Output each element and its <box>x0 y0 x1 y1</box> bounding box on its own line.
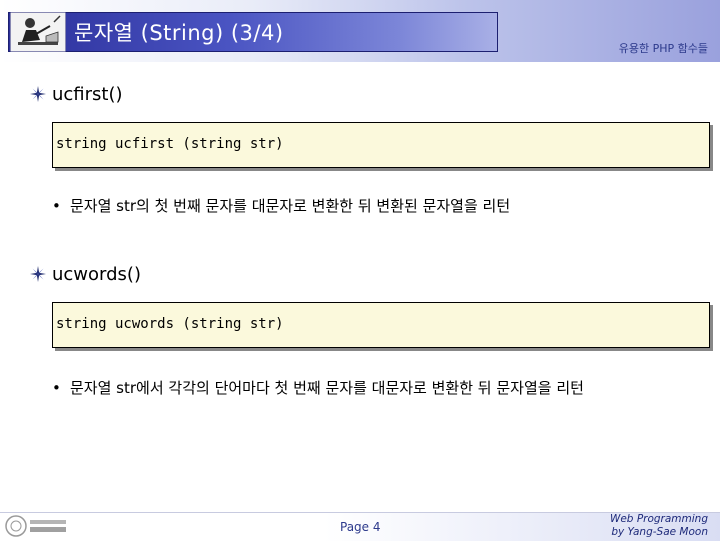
section-heading-ucfirst: ucfirst() <box>52 84 123 105</box>
header-subtitle: 유용한 PHP 함수들 <box>618 42 708 55</box>
footer-credit: Web Programming by Yang-Sae Moon <box>610 513 708 539</box>
description-text: 문자열 str에서 각각의 단어마다 첫 번째 문자를 대문자로 변환한 뒤 문… <box>70 379 584 397</box>
compass-bullet-icon <box>30 266 46 282</box>
slide-title: 문자열 (String) (3/4) <box>74 21 284 45</box>
page-number: Page 4 <box>340 520 381 534</box>
person-at-desk-icon <box>10 12 66 52</box>
university-logo-icon <box>5 515 66 537</box>
description-ucwords: • 문자열 str에서 각각의 단어마다 첫 번째 문자를 대문자로 변환한 뒤… <box>52 378 702 399</box>
description-ucfirst: • 문자열 str의 첫 번째 문자를 대문자로 변환한 뒤 변환된 문자열을 … <box>52 196 702 217</box>
credit-line-author: by Yang-Sae Moon <box>611 526 708 538</box>
compass-bullet-icon <box>30 86 46 102</box>
code-box-ucwords: string ucwords (string str) <box>52 302 710 348</box>
code-box-ucfirst: string ucfirst (string str) <box>52 122 710 168</box>
list-bullet: • <box>52 379 61 397</box>
credit-line-course: Web Programming <box>609 513 708 525</box>
description-text: 문자열 str의 첫 번째 문자를 대문자로 변환한 뒤 변환된 문자열을 리턴 <box>70 197 511 215</box>
section-heading-ucwords: ucwords() <box>52 264 141 285</box>
list-bullet: • <box>52 197 61 215</box>
